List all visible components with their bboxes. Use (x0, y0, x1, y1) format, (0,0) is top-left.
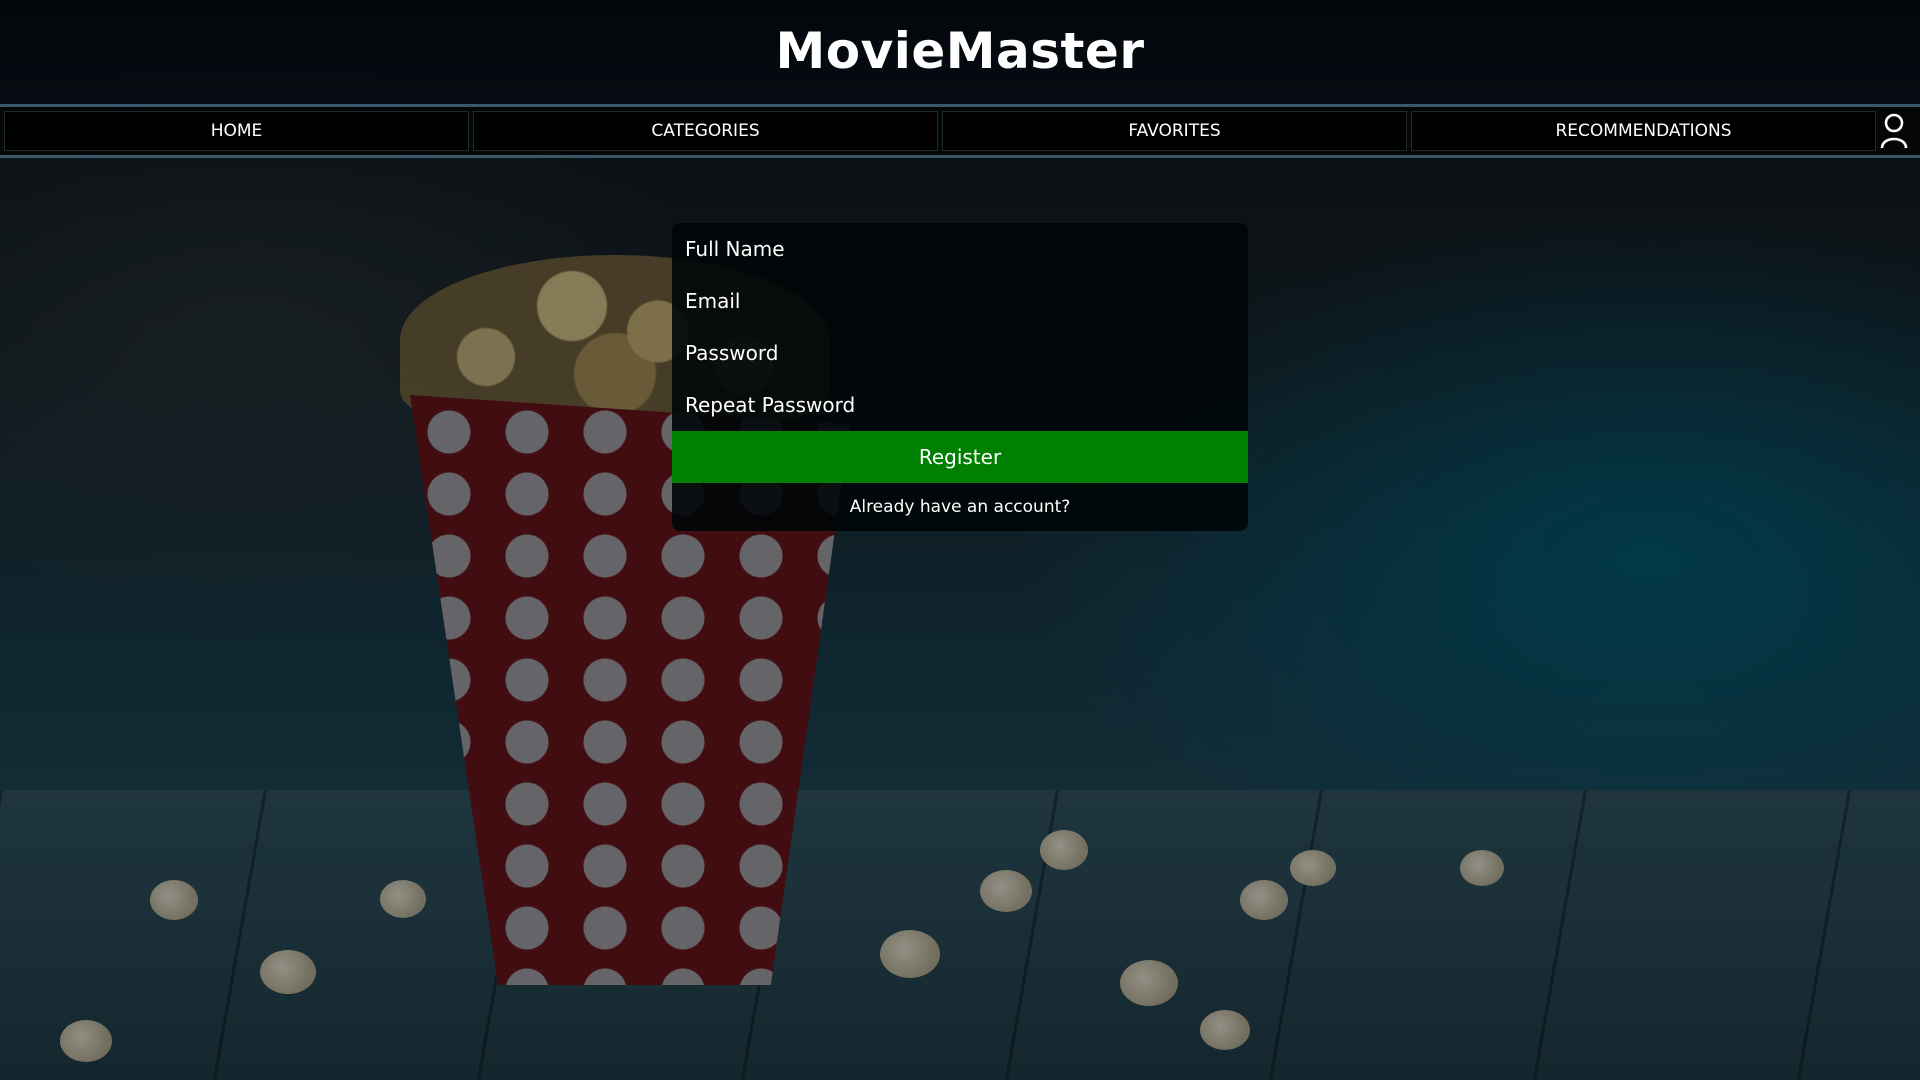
email-input[interactable] (672, 275, 1248, 327)
nav-item-recommendations[interactable]: RECOMMENDATIONS (1411, 111, 1876, 151)
site-header: MovieMaster (0, 0, 1920, 104)
nav-item-categories[interactable]: CATEGORIES (473, 111, 938, 151)
nav-item-home[interactable]: HOME (4, 111, 469, 151)
password-input[interactable] (672, 327, 1248, 379)
nav-item-favorites[interactable]: FAVORITES (942, 111, 1407, 151)
login-link[interactable]: Already have an account? (672, 497, 1248, 517)
site-title: MovieMaster (775, 22, 1145, 80)
user-account-button[interactable] (1876, 111, 1912, 151)
background-dim-overlay (0, 0, 1920, 1080)
repeat-password-input[interactable] (672, 379, 1248, 431)
register-button[interactable]: Register (672, 431, 1248, 483)
main-nav: HOME CATEGORIES FAVORITES RECOMMENDATION… (0, 104, 1920, 158)
register-form: Register Already have an account? (672, 223, 1248, 531)
user-icon (1880, 113, 1908, 149)
full-name-input[interactable] (672, 223, 1248, 275)
